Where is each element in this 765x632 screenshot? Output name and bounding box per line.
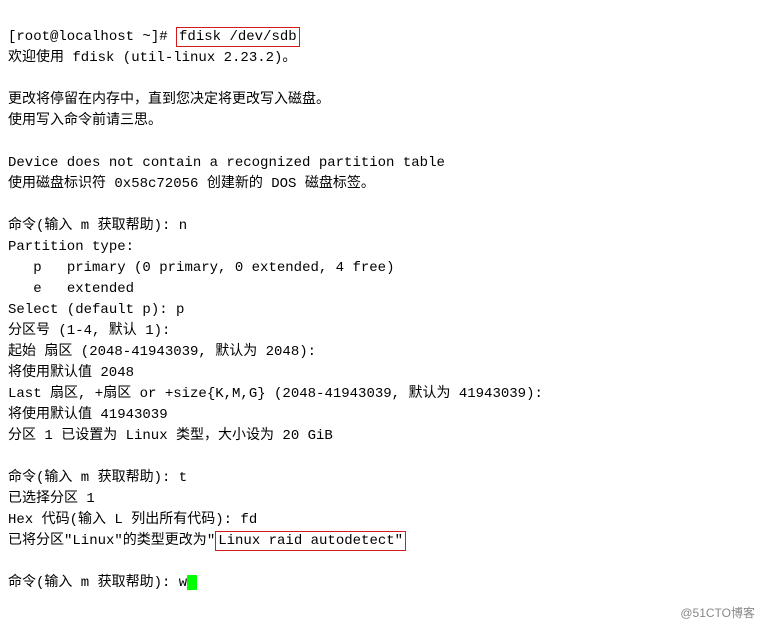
terminal-output: [root@localhost ~]# fdisk /dev/sdb 欢迎使用 … bbox=[8, 6, 757, 594]
line-ptype-hdr: Partition type: bbox=[8, 239, 134, 255]
line-select-p: Select (default p): p bbox=[8, 302, 184, 318]
line-think: 使用写入命令前请三思。 bbox=[8, 113, 162, 129]
line-ptype-e: e extended bbox=[8, 281, 134, 297]
line-use-last: 将使用默认值 41943039 bbox=[8, 407, 168, 423]
watermark-text: @51CTO博客 bbox=[680, 603, 755, 624]
line-help-w: 命令(输入 m 获取帮助): w bbox=[8, 575, 187, 591]
line-sel-part1: 已选择分区 1 bbox=[8, 491, 95, 507]
cursor-icon[interactable] bbox=[187, 575, 197, 590]
line-welcome: 欢迎使用 fdisk (util-linux 2.23.2)。 bbox=[8, 50, 296, 66]
line-no-table: Device does not contain a recognized par… bbox=[8, 155, 445, 171]
line-part-num: 分区号 (1-4, 默认 1): bbox=[8, 323, 170, 339]
line-last-sec: Last 扇区, +扇区 or +size{K,M,G} (2048-41943… bbox=[8, 386, 543, 402]
line-help-n: 命令(输入 m 获取帮助): n bbox=[8, 218, 187, 234]
raid-type-highlight: Linux raid autodetect" bbox=[215, 531, 406, 551]
line-use-2048: 将使用默认值 2048 bbox=[8, 365, 134, 381]
line-help-t: 命令(输入 m 获取帮助): t bbox=[8, 470, 187, 486]
line-ptype-p: p primary (0 primary, 0 extended, 4 free… bbox=[8, 260, 394, 276]
shell-prompt: [root@localhost ~]# bbox=[8, 29, 176, 45]
line-part-set: 分区 1 已设置为 Linux 类型，大小设为 20 GiB bbox=[8, 428, 333, 444]
quote-open: " bbox=[207, 533, 215, 549]
line-hex-fd: Hex 代码(输入 L 列出所有代码): fd bbox=[8, 512, 257, 528]
line-dos-label: 使用磁盘标识符 0x58c72056 创建新的 DOS 磁盘标签。 bbox=[8, 176, 375, 192]
command-highlight: fdisk /dev/sdb bbox=[176, 27, 300, 47]
line-first-sec: 起始 扇区 (2048-41943039, 默认为 2048): bbox=[8, 344, 316, 360]
line-changed-pre: 已将分区"Linux"的类型更改为 bbox=[8, 533, 207, 549]
line-change-mem: 更改将停留在内存中，直到您决定将更改写入磁盘。 bbox=[8, 92, 330, 108]
